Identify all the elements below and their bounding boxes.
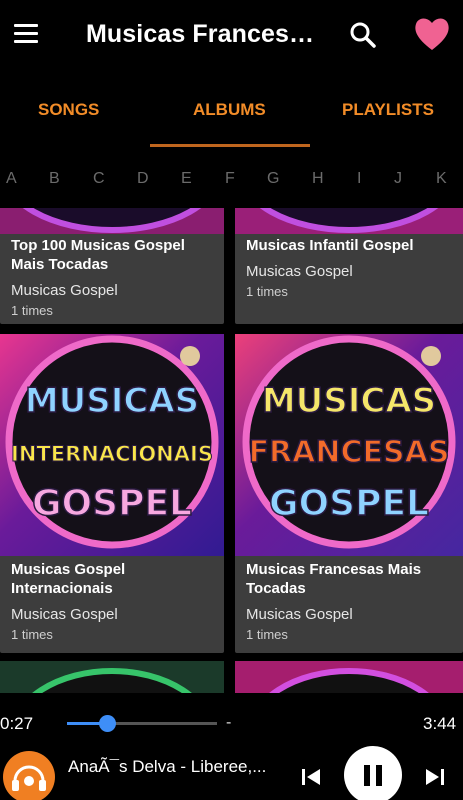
alpha-letter[interactable]: J: [394, 170, 402, 188]
album-card[interactable]: Musicas Infantil Gospel Musicas Gospel 1…: [235, 208, 463, 324]
album-play-count: 1 times: [246, 627, 288, 642]
seek-bar-thumb[interactable]: [99, 715, 116, 732]
album-art: [235, 208, 463, 234]
tab-songs[interactable]: SONGS: [38, 100, 99, 120]
tab-playlists[interactable]: PLAYLISTS: [342, 100, 434, 120]
album-card[interactable]: Top 100 Musicas Gospel Mais Tocadas Musi…: [0, 208, 224, 324]
album-art-text: GOSPEL: [32, 483, 192, 524]
tab-albums[interactable]: ALBUMS: [193, 100, 266, 120]
track-title[interactable]: AnaÃ¯s Delva - Liberee,...: [68, 757, 273, 777]
page-title: Musicas Francesa…: [86, 20, 326, 48]
album-card[interactable]: [0, 661, 224, 693]
album-art: [235, 661, 463, 693]
alpha-letter[interactable]: C: [93, 170, 105, 188]
album-art: [0, 208, 224, 234]
album-art: MUSICAS FRANCESAS GOSPEL: [235, 334, 463, 556]
alpha-letter[interactable]: B: [49, 170, 60, 188]
heart-icon[interactable]: [412, 14, 452, 54]
album-art: [0, 661, 224, 693]
skip-next-icon[interactable]: [424, 766, 446, 788]
alpha-letter[interactable]: E: [181, 170, 192, 188]
alpha-letter[interactable]: H: [312, 170, 324, 188]
alpha-letter[interactable]: A: [6, 170, 17, 188]
album-play-count: 1 times: [246, 284, 288, 299]
album-art-text: MUSICAS: [262, 381, 436, 421]
tab-bar: SONGS ALBUMS PLAYLISTS: [0, 70, 463, 150]
album-art: MUSICAS INTERNACIONAIS GOSPEL: [0, 334, 224, 556]
album-art-text: FRANCESAS: [249, 435, 450, 470]
album-artist: Musicas Gospel: [11, 282, 118, 299]
pause-icon: [376, 765, 382, 786]
alpha-letter[interactable]: G: [267, 170, 279, 188]
alpha-letter[interactable]: F: [225, 170, 235, 188]
album-card[interactable]: MUSICAS FRANCESAS GOSPEL Musicas Frances…: [235, 334, 463, 653]
album-play-count: 1 times: [11, 627, 53, 642]
album-art-text: INTERNACIONAIS: [11, 442, 213, 466]
pause-button[interactable]: [344, 746, 402, 800]
album-title: Musicas Francesas Mais Tocadas: [246, 561, 422, 597]
alpha-letter[interactable]: D: [137, 170, 149, 188]
skip-previous-icon[interactable]: [300, 766, 322, 788]
album-title: Musicas Infantil Gospel: [246, 237, 414, 254]
headphones-music-logo-icon[interactable]: [3, 751, 55, 800]
tab-indicator: [150, 144, 310, 147]
elapsed-time: 0:27: [0, 714, 34, 733]
search-icon[interactable]: [348, 20, 378, 50]
album-card[interactable]: [235, 661, 463, 693]
album-art-text: MUSICAS: [25, 381, 199, 421]
album-title: Musicas Gospel Internacionais: [11, 561, 126, 597]
album-title: Top 100 Musicas Gospel Mais Tocadas: [11, 237, 185, 273]
album-play-count: 1 times: [11, 303, 53, 318]
album-artist: Musicas Gospel: [11, 606, 118, 623]
app-bar: Musicas Francesa…: [0, 0, 463, 70]
time-separator: -: [226, 714, 232, 731]
album-grid[interactable]: Top 100 Musicas Gospel Mais Tocadas Musi…: [0, 208, 463, 693]
pause-icon: [364, 765, 370, 786]
album-artist: Musicas Gospel: [246, 606, 353, 623]
duration-time: 3:44: [423, 714, 457, 733]
hamburger-menu-icon[interactable]: [12, 22, 40, 46]
album-art-text: GOSPEL: [269, 483, 429, 524]
alphabet-index: A B C D E F G H I J K: [0, 160, 463, 200]
album-artist: Musicas Gospel: [246, 263, 353, 280]
alpha-letter[interactable]: I: [357, 170, 361, 188]
alpha-letter[interactable]: K: [436, 170, 447, 188]
album-card[interactable]: MUSICAS INTERNACIONAIS GOSPEL Musicas Go…: [0, 334, 224, 653]
